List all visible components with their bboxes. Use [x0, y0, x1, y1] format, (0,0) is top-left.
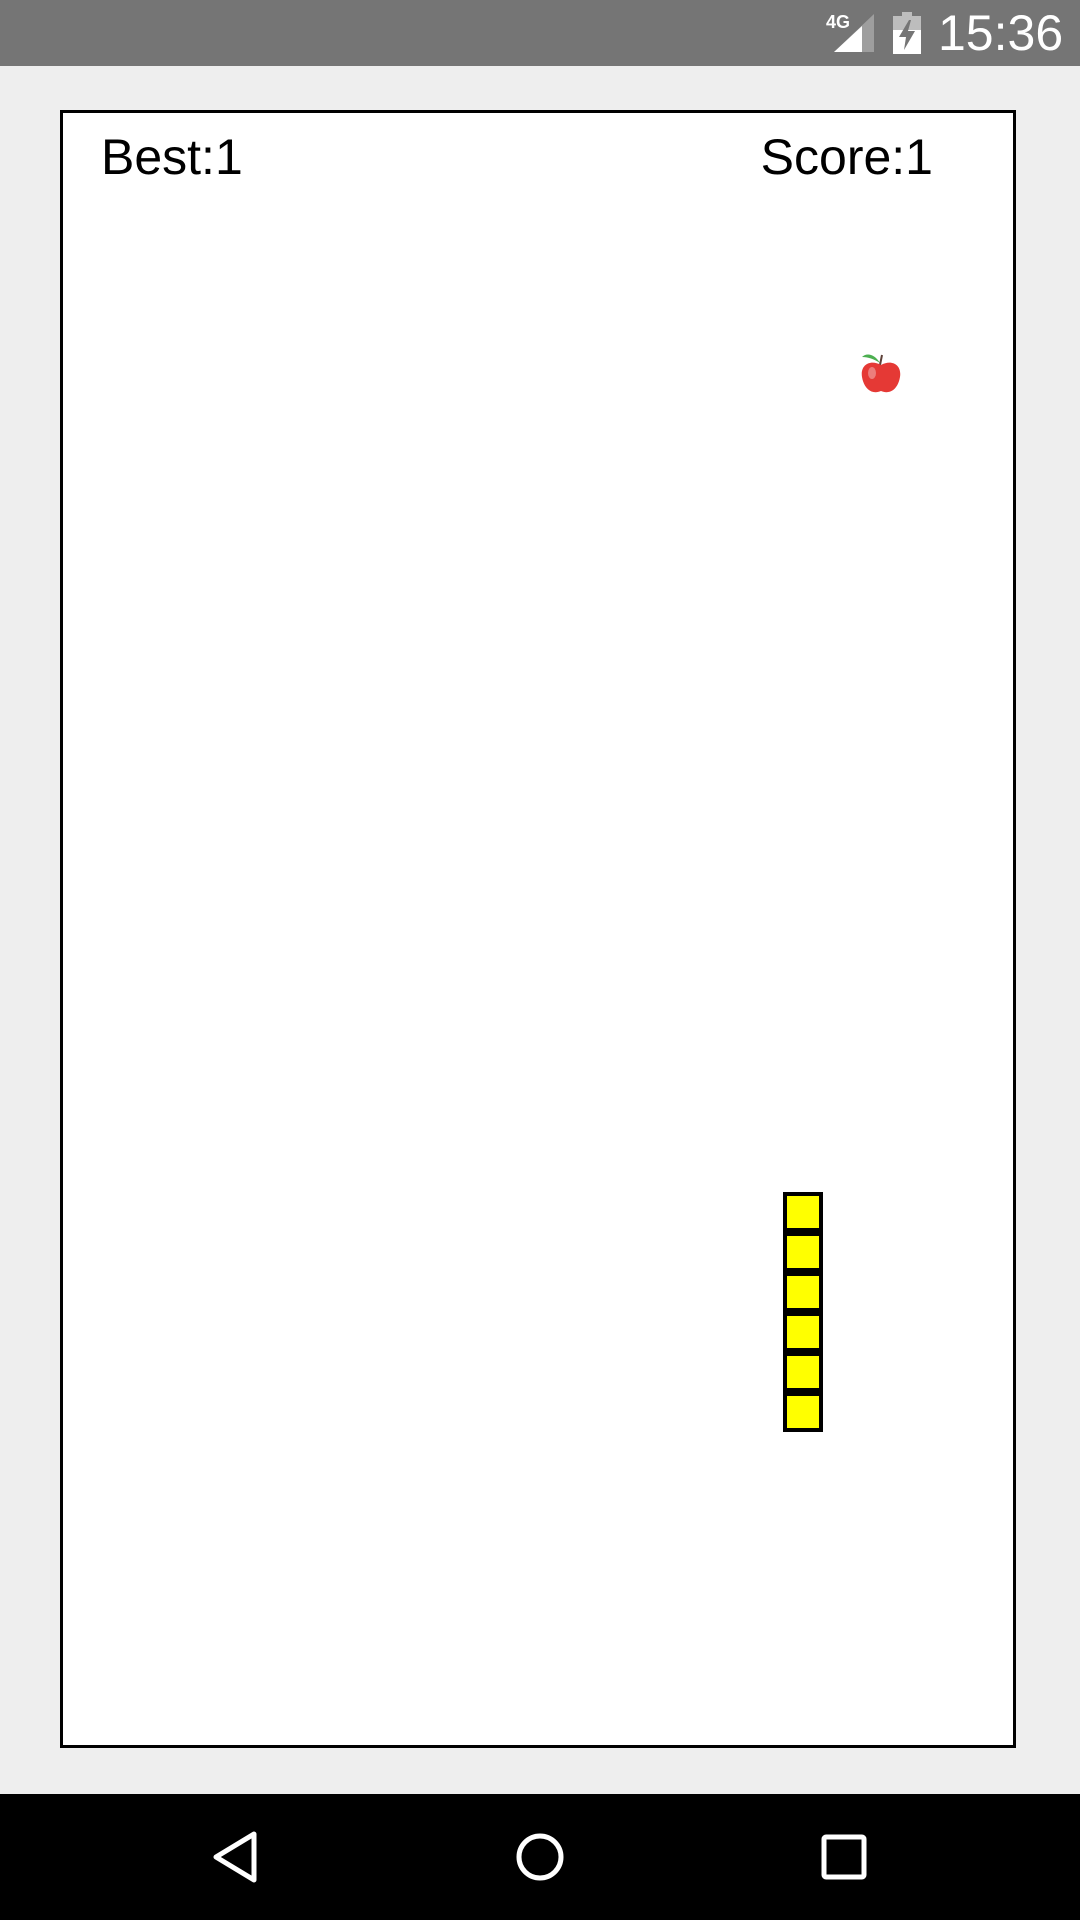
home-circle-icon[interactable] [507, 1824, 573, 1890]
snake-segment [783, 1312, 823, 1352]
snake-tail [783, 1392, 823, 1432]
back-triangle-icon[interactable] [204, 1824, 270, 1890]
snake-head [783, 1192, 823, 1232]
current-score-label: Score:1 [760, 129, 933, 185]
snake-segment [783, 1352, 823, 1392]
signal-icon [834, 14, 874, 52]
navigation-bar [0, 1794, 1080, 1920]
recents-square-icon[interactable] [811, 1824, 877, 1890]
best-score-label: Best:1 [101, 129, 243, 185]
battery-charging-icon [893, 12, 921, 54]
status-bar: 4G 15:36 [0, 0, 1080, 66]
game-board[interactable]: Best:1 Score:1 [60, 110, 1016, 1748]
snake-segment [783, 1272, 823, 1312]
snake-segment [783, 1232, 823, 1272]
apple-icon [861, 354, 901, 393]
clock: 15:36 [938, 5, 1064, 61]
